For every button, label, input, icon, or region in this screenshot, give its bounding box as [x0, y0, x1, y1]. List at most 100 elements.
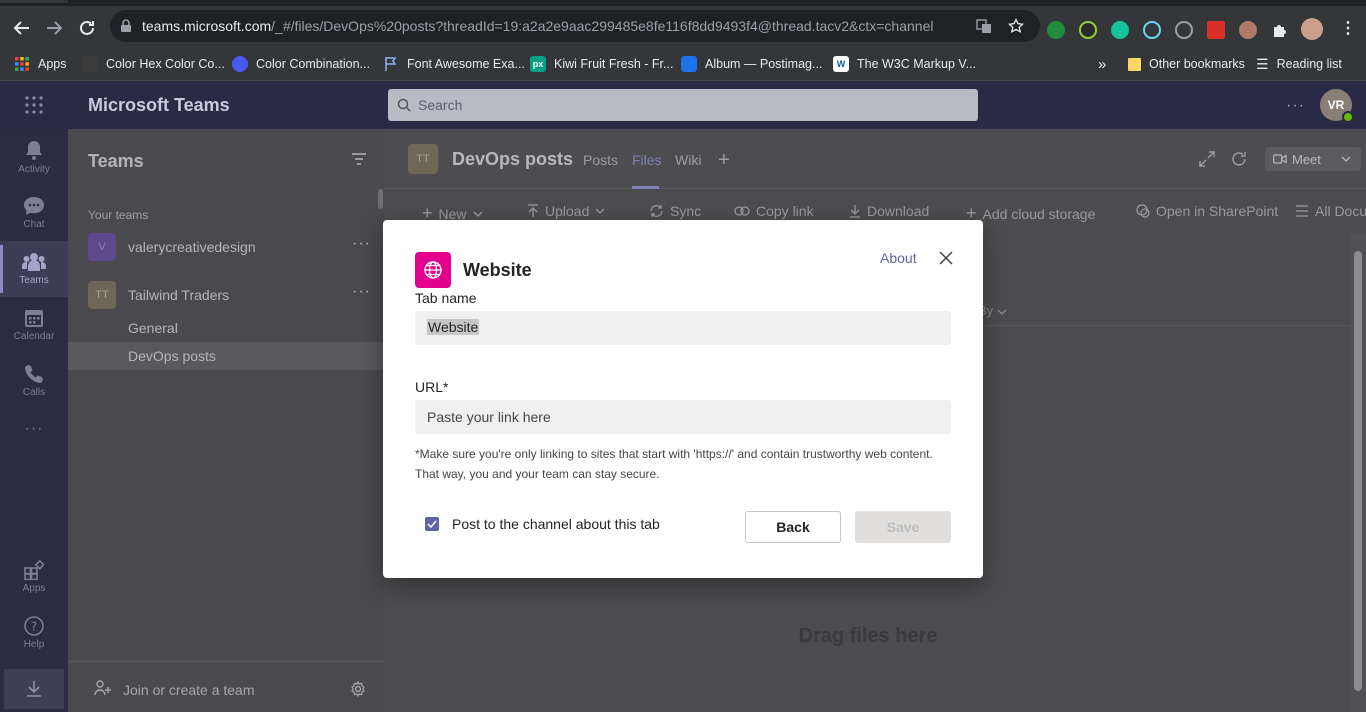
team-item-tailwind-traders[interactable]: TT Tailwind Traders ··· — [68, 277, 384, 313]
sync-icon — [649, 204, 664, 218]
post-to-channel-label[interactable]: Post to the channel about this tab — [452, 516, 660, 532]
app-launcher-icon[interactable] — [24, 95, 44, 115]
security-hint: *Make sure you're only linking to sites … — [415, 447, 933, 481]
channel-item-general[interactable]: General — [68, 314, 384, 342]
team-avatar: V — [88, 233, 116, 261]
upload-icon — [527, 204, 539, 218]
rail-item-calls[interactable]: Calls — [0, 353, 68, 409]
sharepoint-icon — [1136, 204, 1150, 218]
panel-scrollbar[interactable] — [378, 189, 383, 209]
extension-clock-icon[interactable] — [1175, 21, 1193, 39]
download-button[interactable] — [4, 669, 64, 709]
reading-list-button[interactable]: ☰ Reading list — [1256, 55, 1342, 73]
colorhex-icon — [82, 56, 98, 72]
rail-item-chat[interactable]: Chat — [0, 185, 68, 241]
all-documents-button[interactable]: All Docu — [1295, 203, 1366, 219]
main-scrollbar[interactable] — [1350, 233, 1366, 712]
bookmark-kiwi[interactable]: px Kiwi Fruit Fresh - Fr... — [530, 55, 673, 73]
rail-item-activity[interactable]: Activity — [0, 129, 68, 185]
url-field[interactable] — [415, 400, 951, 434]
sync-button[interactable]: Sync — [649, 203, 701, 219]
extension-check-icon[interactable] — [1047, 21, 1065, 39]
channel-item-devops-posts[interactable]: DevOps posts — [68, 342, 384, 370]
rail-item-help[interactable]: ? Help — [0, 605, 68, 661]
bookmark-color-combination[interactable]: Color Combination... — [232, 55, 370, 73]
chevron-down-icon[interactable] — [1341, 156, 1351, 162]
react-devtools-icon[interactable] — [1143, 21, 1161, 39]
apps-icon — [24, 560, 44, 580]
rail-item-apps[interactable]: Apps — [0, 549, 68, 605]
settings-more-button[interactable]: ··· — [1286, 97, 1305, 115]
checkmark-icon — [427, 520, 437, 528]
team-more-button[interactable]: ··· — [352, 283, 371, 301]
about-link[interactable]: About — [880, 250, 917, 266]
add-cloud-storage-button[interactable]: + Add cloud storage — [966, 203, 1095, 224]
expand-icon[interactable] — [1199, 151, 1215, 167]
phone-icon — [24, 364, 44, 384]
folder-icon — [1128, 57, 1141, 71]
search-input[interactable] — [418, 89, 958, 121]
refresh-icon[interactable] — [1231, 151, 1247, 167]
bookmark-postimage[interactable]: Album — Postimag... — [681, 55, 822, 73]
scrollbar-thumb[interactable] — [1354, 251, 1362, 691]
rail-item-teams[interactable]: Teams — [0, 241, 68, 297]
bookmark-w3c[interactable]: W The W3C Markup V... — [833, 55, 976, 73]
star-icon[interactable] — [1008, 18, 1024, 34]
download-icon — [849, 204, 861, 218]
rail-more-button[interactable]: ··· — [0, 409, 68, 449]
url-input[interactable] — [415, 400, 951, 434]
url-text: teams.microsoft.com/_#/files/DevOps%20po… — [142, 18, 934, 34]
app-rail: Activity Chat Teams Calendar Calls ··· A… — [0, 129, 68, 712]
team-item-valerycreativedesign[interactable]: V valerycreativedesign ··· — [68, 229, 384, 265]
translate-icon[interactable] — [976, 18, 992, 34]
extension-flag-icon[interactable] — [1207, 21, 1225, 39]
puzzle-extensions-icon[interactable] — [1271, 21, 1289, 39]
browser-toolbar: teams.microsoft.com/_#/files/DevOps%20po… — [0, 6, 1366, 48]
help-icon: ? — [24, 616, 44, 636]
w3c-icon: W — [833, 56, 849, 72]
add-tab-icon[interactable]: + — [718, 149, 730, 172]
copy-link-button[interactable]: Copy link — [734, 203, 814, 219]
reload-icon[interactable] — [76, 17, 98, 39]
upload-button[interactable]: Upload — [527, 203, 605, 219]
forward-arrow-icon[interactable] — [43, 17, 65, 39]
calendar-icon — [24, 308, 44, 328]
join-create-team[interactable]: Join or create a team — [68, 661, 384, 712]
address-bar[interactable]: teams.microsoft.com/_#/files/DevOps%20po… — [110, 10, 1040, 42]
tab-wiki[interactable]: Wiki — [675, 152, 701, 168]
close-icon[interactable] — [938, 250, 954, 266]
gear-icon[interactable] — [350, 681, 366, 697]
bookmarks-bar: Apps Color Hex Color Co... Color Combina… — [0, 48, 1366, 81]
bookmark-font-awesome[interactable]: Font Awesome Exa... — [383, 55, 525, 73]
tab-name-value[interactable]: Website — [427, 319, 480, 335]
post-to-channel-checkbox[interactable] — [425, 517, 439, 531]
team-more-button[interactable]: ··· — [352, 235, 371, 253]
back-arrow-icon[interactable] — [11, 17, 33, 39]
bookmark-apps[interactable]: Apps — [14, 55, 67, 73]
postimage-icon — [681, 56, 697, 72]
rail-item-calendar[interactable]: Calendar — [0, 297, 68, 353]
bookmark-other[interactable]: Other bookmarks — [1128, 55, 1245, 73]
profile-avatar-icon[interactable] — [1301, 18, 1323, 40]
extension-ball-icon[interactable] — [1239, 21, 1257, 39]
tab-files[interactable]: Files — [632, 152, 662, 168]
list-icon — [1295, 205, 1309, 217]
tab-posts[interactable]: Posts — [583, 152, 618, 168]
search-icon — [397, 98, 411, 112]
bookmark-color-hex[interactable]: Color Hex Color Co... — [82, 55, 225, 73]
browser-menu-icon[interactable]: ⋮ — [1340, 18, 1356, 38]
user-avatar[interactable]: VR — [1320, 89, 1354, 123]
filter-icon[interactable] — [352, 153, 366, 165]
chevron-down-icon — [595, 208, 605, 214]
grammarly-icon[interactable] — [1111, 21, 1129, 39]
extension-green-icon[interactable] — [1079, 21, 1097, 39]
search-box[interactable] — [388, 89, 978, 121]
svg-text:?: ? — [31, 620, 37, 634]
tab-name-field[interactable]: Website — [415, 311, 951, 345]
save-button[interactable]: Save — [855, 511, 951, 543]
bookmarks-overflow-button[interactable]: » — [1098, 55, 1106, 73]
meet-button[interactable]: Meet — [1265, 147, 1361, 171]
back-button[interactable]: Back — [745, 511, 841, 543]
download-files-button[interactable]: Download — [849, 203, 929, 219]
open-in-sharepoint-button[interactable]: Open in SharePoint — [1136, 203, 1278, 219]
